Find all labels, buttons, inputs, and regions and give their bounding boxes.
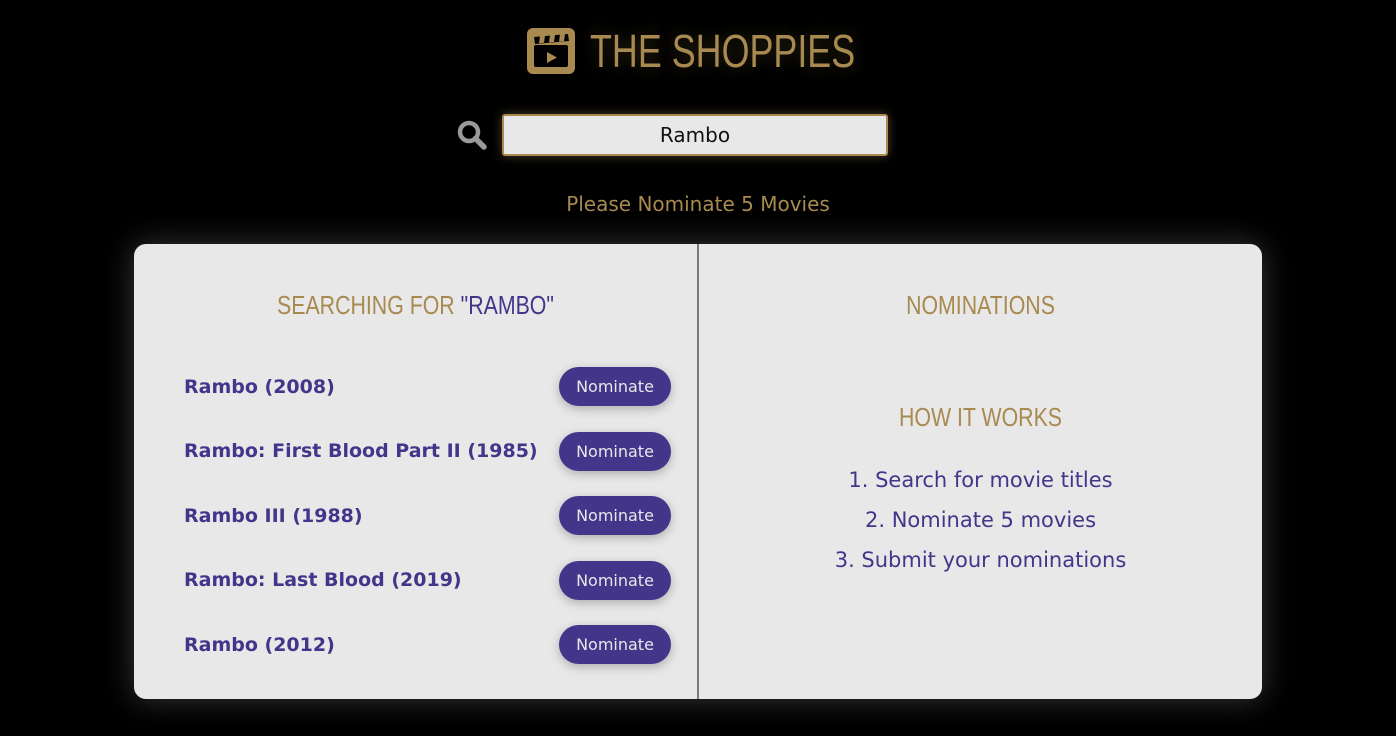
search-icon <box>457 120 487 150</box>
results-heading: SEARCHING FOR "RAMBO" <box>185 290 647 321</box>
movie-title: Rambo: First Blood Part II (1985) <box>184 440 538 462</box>
movie-title: Rambo: Last Blood (2019) <box>184 569 462 591</box>
movie-title: Rambo III (1988) <box>184 504 363 527</box>
step-item: 2. Nominate 5 movies <box>864 508 1097 532</box>
main-panel: SEARCHING FOR "RAMBO" Rambo (2008) Nomin… <box>134 244 1262 699</box>
search-bar <box>456 114 888 156</box>
movie-title: Rambo (2012) <box>184 633 335 656</box>
how-it-works-steps: 1. Search for movie titles 2. Nominate 5… <box>699 466 1262 586</box>
list-item: Rambo (2012) Nominate <box>184 625 671 664</box>
nominate-button[interactable]: Nominate <box>559 625 671 664</box>
step-item: 1. Search for movie titles <box>848 468 1113 492</box>
nominate-button[interactable]: Nominate <box>559 560 671 600</box>
results-heading-prefix: SEARCHING FOR <box>277 290 461 320</box>
step-item: 3. Submit your nominations <box>834 548 1127 572</box>
list-item: Rambo: Last Blood (2019) Nominate <box>184 560 671 600</box>
nominations-heading: NOMINATIONS <box>906 290 1055 320</box>
nominate-button[interactable]: Nominate <box>559 367 671 406</box>
list-item: Rambo: First Blood Part II (1985) Nomina… <box>184 431 671 471</box>
app-header: THE SHOPPIES <box>0 24 1396 78</box>
results-list: Rambo (2008) Nominate Rambo: First Blood… <box>184 367 671 690</box>
search-input[interactable] <box>502 114 888 156</box>
movie-title: Rambo (2008) <box>184 375 335 398</box>
results-column: SEARCHING FOR "RAMBO" Rambo (2008) Nomin… <box>134 244 699 699</box>
clapperboard-icon <box>527 28 576 74</box>
nominate-button[interactable]: Nominate <box>559 496 671 535</box>
app-title: THE SHOPPIES <box>590 25 856 77</box>
instruction-text: Please Nominate 5 Movies <box>566 192 830 216</box>
list-item: Rambo (2008) Nominate <box>184 367 671 406</box>
how-it-works-heading: HOW IT WORKS <box>898 402 1063 432</box>
list-item: Rambo III (1988) Nominate <box>184 496 671 535</box>
nominations-column: NOMINATIONS HOW IT WORKS 1. Search for m… <box>699 244 1262 699</box>
results-heading-query: "RAMBO" <box>460 290 554 320</box>
nominate-button[interactable]: Nominate <box>559 431 671 471</box>
